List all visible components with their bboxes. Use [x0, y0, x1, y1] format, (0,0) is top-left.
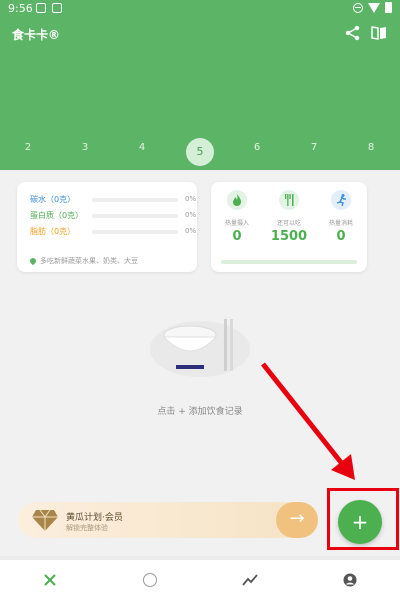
week-selector: 2 3 4 5 6 7 8 [0, 138, 400, 166]
cutlery-icon [279, 190, 299, 210]
share-icon[interactable] [344, 24, 362, 42]
member-arrow-button[interactable]: → [276, 502, 318, 538]
image-icon [52, 3, 62, 13]
remaining-value: 1500 [270, 229, 308, 244]
diamond-icon [32, 509, 58, 531]
carb-pct: 0% [185, 195, 197, 203]
battery-icon [385, 2, 392, 13]
energy-card[interactable]: 热量摄入 0 还可以吃 1500 热量消耗 0 [211, 182, 367, 272]
wifi-icon [368, 2, 380, 13]
protein-pct: 0% [185, 211, 197, 219]
carb-bar [92, 198, 178, 202]
dnd-icon [353, 2, 363, 13]
energy-remaining: 还可以吃 1500 [269, 190, 309, 244]
intake-label: 热量摄入 [224, 220, 249, 227]
energy-intake: 热量摄入 0 [217, 190, 257, 244]
status-time: 9:56 [8, 2, 33, 15]
nutrition-tip: 多吃新鲜蔬菜水果、奶类、大豆 [28, 256, 138, 266]
fork-knife-icon [44, 574, 56, 586]
app-header: 食卡卡® 2 3 4 5 6 7 8 [0, 18, 400, 170]
runner-icon [331, 190, 351, 210]
fat-bar [92, 230, 178, 234]
annotation-arrow-icon [261, 362, 355, 480]
annotation-highlight-box [327, 488, 399, 550]
circle-icon [143, 573, 157, 587]
fat-label: 脂肪（0克） [30, 227, 76, 236]
day-2[interactable]: 2 [14, 142, 42, 153]
intake-value: 0 [232, 229, 242, 244]
day-6[interactable]: 6 [243, 142, 271, 153]
carb-label: 碳水（0克） [30, 195, 76, 204]
member-banner[interactable]: 黄瓜计划·会员 解锁完整体验 [18, 502, 318, 538]
rice-bowl-icon [150, 319, 250, 377]
burned-value: 0 [336, 229, 346, 244]
bottom-nav [0, 560, 400, 600]
day-4[interactable]: 4 [128, 142, 156, 153]
location-pin-icon [28, 256, 38, 266]
nav-record[interactable] [140, 570, 160, 590]
protein-label: 蛋白质（0克） [30, 211, 84, 220]
notification-icon [36, 3, 46, 13]
day-7[interactable]: 7 [300, 142, 328, 153]
remaining-label: 还可以吃 [276, 220, 301, 227]
flame-icon [227, 190, 247, 210]
member-subtitle: 解锁完整体验 [66, 524, 108, 532]
energy-burned: 热量消耗 0 [321, 190, 361, 244]
status-right [353, 2, 392, 13]
fat-pct: 0% [185, 227, 197, 235]
burned-label: 热量消耗 [328, 220, 353, 227]
book-icon[interactable] [370, 24, 388, 42]
trend-icon [242, 574, 258, 586]
nutrition-card[interactable]: 碳水（0克） 0% 蛋白质（0克） 0% 脂肪（0克） 0% 多吃新鲜蔬菜水果、… [17, 182, 197, 272]
nav-stats[interactable] [240, 570, 260, 590]
status-bar: 9:56 [0, 0, 400, 18]
user-icon [343, 573, 357, 587]
protein-bar [92, 214, 178, 218]
day-8[interactable]: 8 [357, 142, 385, 153]
day-3[interactable]: 3 [71, 142, 99, 153]
nutrition-tip-text: 多吃新鲜蔬菜水果、奶类、大豆 [40, 257, 138, 265]
energy-progress-bar [221, 260, 357, 264]
day-5-selected[interactable]: 5 [186, 138, 214, 166]
member-title: 黄瓜计划·会员 [66, 513, 123, 523]
nav-diet[interactable] [40, 570, 60, 590]
app-title: 食卡卡® [12, 28, 61, 42]
nav-profile[interactable] [340, 570, 360, 590]
